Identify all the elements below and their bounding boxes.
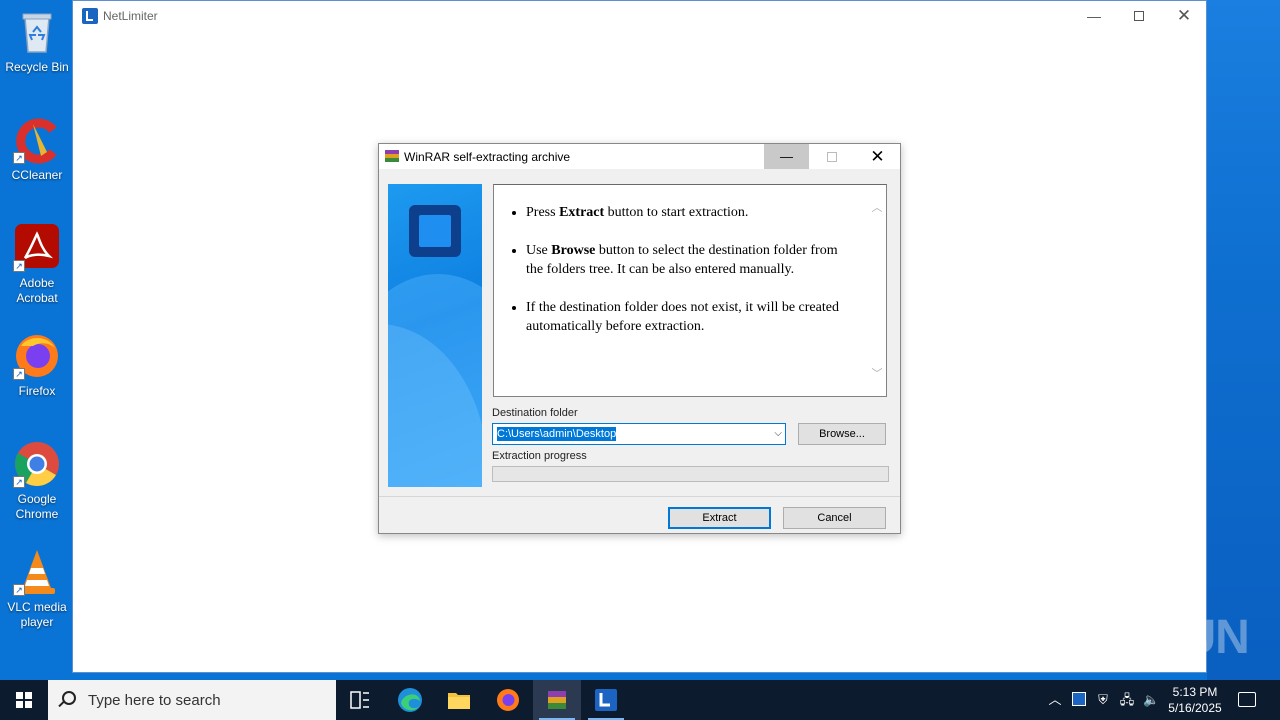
instruction-item: Press Extract button to start extraction… (526, 203, 846, 222)
dialog-close-button[interactable]: ✕ (855, 144, 900, 169)
desktop-icon-label: Adobe Acrobat (16, 276, 58, 305)
taskbar-edge[interactable] (386, 680, 434, 720)
netlimiter-tray-icon[interactable] (1071, 692, 1087, 708)
adobe-acrobat-icon: ↗ (13, 224, 61, 272)
clock-time: 5:13 PM (1172, 685, 1218, 699)
destination-folder-label: Destination folder (492, 407, 578, 419)
dialog-title-bar[interactable]: WinRAR self-extracting archive — ✕ (379, 144, 900, 169)
taskbar-clock[interactable]: 5:13 PM 5/16/2025 (1160, 684, 1230, 716)
close-icon: ✕ (1176, 6, 1192, 25)
recycle-bin-icon (13, 8, 61, 56)
dialog-minimize-button[interactable]: — (764, 144, 809, 169)
dialog-separator (379, 496, 900, 497)
folder-icon (448, 693, 470, 709)
winrar-icon (385, 150, 399, 163)
dialog-maximize-button (809, 144, 854, 169)
minimize-button[interactable]: — (1071, 1, 1117, 31)
instructions-panel: Press Extract button to start extraction… (493, 184, 887, 397)
maximize-icon (1134, 11, 1144, 21)
chevron-up-icon[interactable]: ︿ (1047, 692, 1063, 708)
chrome-icon: ↗ (13, 440, 61, 488)
winrar-icon (548, 691, 566, 709)
destination-folder-value[interactable]: C:\Users\admin\Desktop (497, 427, 617, 441)
netlimiter-logo-icon (82, 8, 98, 24)
desktop-icon-label: Recycle Bin (5, 60, 69, 74)
clock-date: 5/16/2025 (1168, 701, 1222, 715)
dialog-title: WinRAR self-extracting archive (404, 150, 571, 164)
taskbar-search-box[interactable]: Type here to search (48, 680, 336, 720)
extract-button[interactable]: Extract (668, 507, 771, 529)
destination-folder-combobox[interactable]: C:\Users\admin\Desktop ⌵ (492, 423, 786, 445)
close-icon: ✕ (870, 146, 885, 166)
shortcut-arrow-icon: ↗ (13, 584, 25, 596)
browse-button[interactable]: Browse... (798, 423, 886, 445)
taskbar-file-explorer[interactable] (435, 680, 483, 720)
extraction-progress-bar (492, 466, 889, 482)
search-icon (62, 691, 76, 705)
ccleaner-icon: ↗ (13, 116, 61, 164)
task-view-icon (350, 691, 369, 709)
start-button[interactable] (0, 680, 48, 720)
taskbar-netlimiter[interactable] (582, 680, 630, 720)
edge-icon (398, 688, 422, 712)
desktop-wallpaper (1207, 0, 1280, 680)
scroll-up-icon[interactable]: ︿ (870, 199, 884, 214)
close-button[interactable]: ✕ (1161, 1, 1207, 31)
shortcut-arrow-icon: ↗ (13, 368, 25, 380)
volume-icon[interactable]: 🔈 (1143, 692, 1159, 708)
shortcut-arrow-icon: ↗ (13, 152, 25, 164)
cancel-button[interactable]: Cancel (783, 507, 886, 529)
winrar-banner-image (388, 184, 482, 487)
desktop-icon-ccleaner[interactable]: ↗ CCleaner (2, 116, 72, 183)
desktop-icon-label: CCleaner (11, 168, 63, 182)
chevron-down-icon[interactable]: ⌵ (774, 428, 782, 439)
desktop-icon-firefox[interactable]: ↗ Firefox (2, 332, 72, 399)
minimize-icon: — (780, 149, 793, 164)
maximize-button[interactable] (1116, 1, 1162, 31)
extraction-progress-label: Extraction progress (492, 450, 587, 462)
desktop-icon-label: Google Chrome (15, 492, 59, 521)
network-icon[interactable]: 🖧 (1119, 692, 1135, 708)
anyrun-watermark: ANY RUN (1038, 611, 1250, 664)
desktop-icon-google-chrome[interactable]: ↗ Google Chrome (2, 440, 72, 522)
netlimiter-window-title: NetLimiter (103, 9, 158, 23)
notification-icon[interactable] (1238, 692, 1256, 707)
shortcut-arrow-icon: ↗ (13, 476, 25, 488)
taskbar-firefox[interactable] (484, 680, 532, 720)
vlc-icon: ↗ (13, 548, 61, 596)
desktop-icon-recycle-bin[interactable]: Recycle Bin (2, 8, 72, 75)
desktop-icon-adobe-acrobat[interactable]: ↗ Adobe Acrobat (2, 224, 72, 306)
security-icon[interactable]: ⛨ (1095, 692, 1111, 708)
maximize-icon (826, 151, 837, 162)
taskbar-winrar[interactable] (533, 680, 581, 720)
firefox-icon (497, 689, 519, 711)
minimize-icon: — (1087, 8, 1101, 24)
shortcut-arrow-icon: ↗ (13, 260, 25, 272)
windows-logo-icon (16, 692, 32, 708)
desktop-icon-vlc[interactable]: ↗ VLC media player (2, 548, 72, 630)
firefox-icon: ↗ (13, 332, 61, 380)
taskbar: Type here to search ︿ ⛨ 🖧 🔈 5:13 PM 5/16… (0, 680, 1280, 720)
netlimiter-logo-icon (595, 689, 617, 711)
scroll-down-icon[interactable]: ﹀ (870, 365, 884, 380)
task-view-button[interactable] (336, 680, 384, 720)
instruction-item: If the destination folder does not exist… (526, 298, 846, 336)
desktop-icon-label: Firefox (18, 384, 56, 398)
winrar-sfx-dialog: WinRAR self-extracting archive — ✕ Press… (378, 143, 901, 534)
winrar-square-logo-icon (409, 205, 461, 257)
instruction-item: Use Browse button to select the destinat… (526, 241, 846, 279)
netlimiter-title-bar[interactable]: NetLimiter — ✕ (73, 1, 1206, 31)
search-placeholder: Type here to search (88, 692, 221, 709)
desktop-icon-label: VLC media player (7, 600, 67, 629)
